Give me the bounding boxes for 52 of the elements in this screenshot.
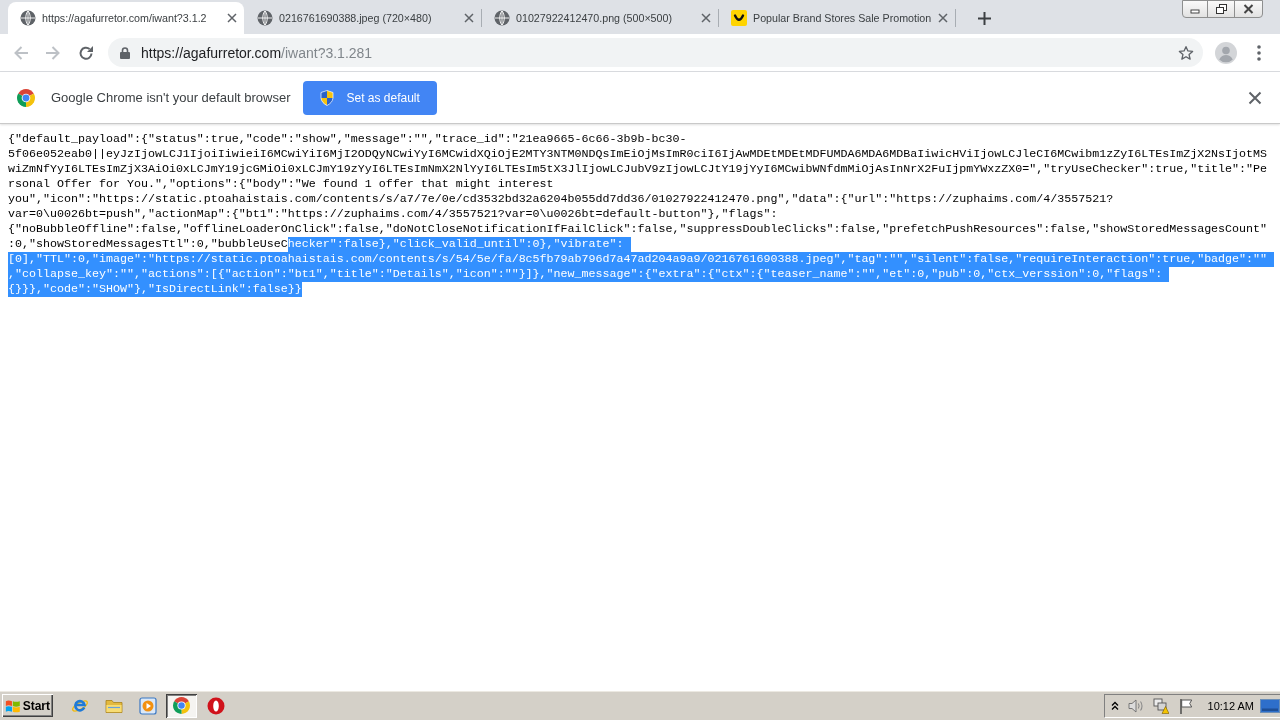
json-text: 5f06e052eab0||eyJzIjowLCJ1IjoiIiwieiI6MCwiYiI6MjI2ODQyNCwiYyI6MCwidXQiOjE2MTY3NTM0NDQsImEiOjMsImR0ciI6IjAwMDEtMDEtMDFUMDA6MDA6MDBaIiwicHViIjowLCJleCI6MCwibm1zZyI6LTEsImZjX2NsIjotMS	[8, 147, 1268, 162]
browser-tab[interactable]: 01027922412470.png (500×500)	[482, 2, 718, 34]
highlighted-json-text: [0],"TTL":0,"image":"https://static.ptoahaistais.com/contents/s/54/5e/fa/8c5fb79ab796d7a47ad204a9a9/0216761690388.jpeg","tag":"","silent":false,"requireInteraction":true,"badge":""	[8, 252, 1275, 267]
close-icon[interactable]	[701, 13, 711, 23]
json-text: {"default_payload":{"status":true,"code":"show","message":"","trace_id":"21ea9665-6c66-3b9b-bc30-	[8, 132, 687, 147]
json-text: var=0\u0026bt=push","actionMap":{"bt1":"https://zuphaims.com/4/3557521?var=0\u0026bt=default-button"},"flags":	[8, 207, 778, 222]
address-bar[interactable]: https://agafurretor.com/iwant?3.1.281	[108, 38, 1203, 67]
json-text: :0,"showStoredMessagesTtl":0,"bubbleUseC	[8, 237, 288, 252]
restore-icon	[1215, 4, 1227, 14]
highlighted-json-text: ,"collapse_key":"","actions":[{"action":"bt1","title":"Details","icon":""}]},"new_message":{"extra":{"ctx":{"teaser_name":"","et":0,"pub":0,"ctx_verssion":0,"flags":	[8, 267, 1170, 282]
start-button[interactable]: Start	[2, 694, 53, 717]
browser-tab[interactable]: 0216761690388.jpeg (720×480)	[245, 2, 481, 34]
menu-icon[interactable]	[1257, 44, 1261, 61]
globe-icon	[20, 10, 36, 26]
json-text: rsonal Offer for You.","options":{"body":"We found 1 offer that might interest	[8, 177, 554, 192]
speaker-icon[interactable]	[1127, 697, 1144, 714]
browser-tab[interactable]: https://agafurretor.com/iwant?3.1.2	[8, 2, 244, 34]
lock-icon	[120, 46, 130, 59]
highlighted-json-text: hecker":false},"click_valid_until":0},"vibrate":	[287, 237, 631, 252]
browser-tab[interactable]: Popular Brand Stores Sale Promotion	[719, 2, 955, 34]
desktop-screen-icon[interactable]	[1260, 698, 1280, 713]
close-icon[interactable]	[1248, 90, 1262, 105]
close-icon	[1243, 4, 1254, 14]
clock-text: 10:12 AM	[1207, 699, 1254, 712]
network-warning-icon[interactable]	[1152, 697, 1169, 714]
close-icon[interactable]	[227, 13, 237, 23]
smile-icon	[731, 10, 747, 26]
globe-icon	[494, 10, 510, 26]
close-icon[interactable]	[464, 13, 474, 23]
play-icon	[138, 696, 157, 715]
json-text: wiZmNfYyI6LTEsImZjX3AiOi0xLCJmY19jcGMiOi0xLCJmY19zYyI6LTEsImNmX2NlYyI6LTEsIm5tX3JlIjowLCJubV9zIjowLCJtY19jYyI6MCwibWNfdmMiOjAsInNrX2FuIjpmYWxzZX0=","tryUseChecker":true,"title":"Pe	[8, 162, 1268, 177]
url-text: https://agafurretor.com/iwant?3.1.281	[141, 44, 373, 61]
folder-icon	[104, 697, 123, 714]
plus-icon[interactable]	[978, 11, 991, 25]
chevron-up-icon[interactable]	[1110, 700, 1119, 711]
infobar-message: Google Chrome isn't your default browser	[51, 90, 291, 105]
close-icon[interactable]	[938, 13, 948, 23]
flag-icon[interactable]	[1177, 697, 1194, 714]
shield-icon	[320, 89, 335, 106]
taskbar-app-button[interactable]	[166, 693, 197, 718]
star-icon[interactable]	[1178, 44, 1194, 61]
close-button[interactable]	[1234, 0, 1263, 18]
globe-icon	[257, 10, 273, 26]
json-text: you","icon":"https://static.ptoahaistais.com/contents/s/a7/7e/0e/cd3532bd32a6204b055dd7dd36/01027922412470.png","data":{"url":"https://zuphaims.com/4/3557521?	[8, 192, 1114, 207]
chrome-logo-icon	[17, 88, 35, 107]
reload-icon[interactable]	[78, 44, 94, 61]
json-text: {"noBubbleOffline":false,"offlineLoaderOnClick":false,"doNotCloseNotificationIfFailClick":false,"suppressDoubleClicks":false,"prefetchPushResources":false,"showStoredMessagesCount"	[8, 222, 1268, 237]
ring-logo-icon	[206, 696, 225, 715]
chrome-logo-icon	[173, 697, 190, 714]
highlighted-json-text: {}}},"code":"SHOW"},"IsDirectLink":false}}	[8, 282, 302, 297]
restore-button[interactable]	[1207, 0, 1235, 18]
set-default-button[interactable]: Set as default	[303, 80, 437, 115]
